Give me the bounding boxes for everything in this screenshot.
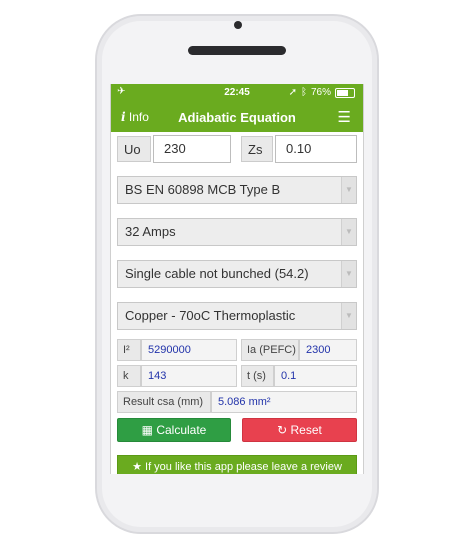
rating-value: 32 Amps [125, 224, 176, 239]
uo-input[interactable]: 230 [153, 135, 231, 163]
zs-input[interactable]: 0.10 [275, 135, 357, 163]
hamburger-menu-icon[interactable]: ☰ [338, 108, 351, 126]
refresh-icon: ↻ [277, 423, 288, 437]
review-banner[interactable]: ★ If you like this app please leave a re… [117, 455, 357, 474]
device-type-value: BS EN 60898 MCB Type B [125, 182, 281, 197]
conductor-select[interactable]: Copper - 70oC Thermoplastic ▼ [117, 302, 357, 330]
conductor-value: Copper - 70oC Thermoplastic [125, 308, 296, 323]
front-camera [234, 21, 242, 29]
csa-label: Result csa (mm) [117, 391, 211, 413]
app-screen: ✈ 22:45 ➚ ᛒ 76% i Info Adiabatic Equatio… [110, 84, 364, 474]
reset-button[interactable]: ↻ Reset [242, 418, 357, 442]
earpiece-speaker [188, 46, 286, 55]
zs-label: Zs [241, 136, 273, 162]
status-bar: ✈ 22:45 ➚ ᛒ 76% [111, 84, 363, 102]
calculate-button[interactable]: ▦ Calculate [117, 418, 231, 442]
calculate-label: Calculate [156, 423, 207, 437]
status-right: ➚ ᛒ 76% [289, 87, 355, 98]
t-value: 0.1 [274, 365, 357, 387]
battery-icon [335, 87, 355, 98]
k-label: k [117, 365, 141, 387]
location-icon: ➚ [288, 87, 297, 98]
k-value: 143 [141, 365, 237, 387]
uo-label: Uo [117, 136, 151, 162]
ia-label: Ia (PEFC) [241, 339, 299, 361]
bluetooth-icon: ᛒ [300, 87, 307, 98]
battery-percent: 76% [310, 87, 331, 98]
device-type-select[interactable]: BS EN 60898 MCB Type B ▼ [117, 176, 357, 204]
ia-value: 2300 [299, 339, 357, 361]
chevron-down-icon: ▼ [341, 219, 356, 245]
chevron-down-icon: ▼ [341, 303, 356, 329]
installation-value: Single cable not bunched (54.2) [125, 266, 309, 281]
i2-value: 5290000 [141, 339, 237, 361]
nav-bar: i Info Adiabatic Equation ☰ [111, 102, 363, 132]
reset-label: Reset [290, 423, 322, 437]
i2-label: I² [117, 339, 141, 361]
chevron-down-icon: ▼ [341, 177, 356, 203]
csa-value: 5.086 mm² [211, 391, 357, 413]
installation-select[interactable]: Single cable not bunched (54.2) ▼ [117, 260, 357, 288]
page-title: Adiabatic Equation [178, 110, 296, 125]
chevron-down-icon: ▼ [341, 261, 356, 287]
calculator-icon: ▦ [141, 423, 153, 437]
rating-select[interactable]: 32 Amps ▼ [117, 218, 357, 246]
t-label: t (s) [241, 365, 274, 387]
